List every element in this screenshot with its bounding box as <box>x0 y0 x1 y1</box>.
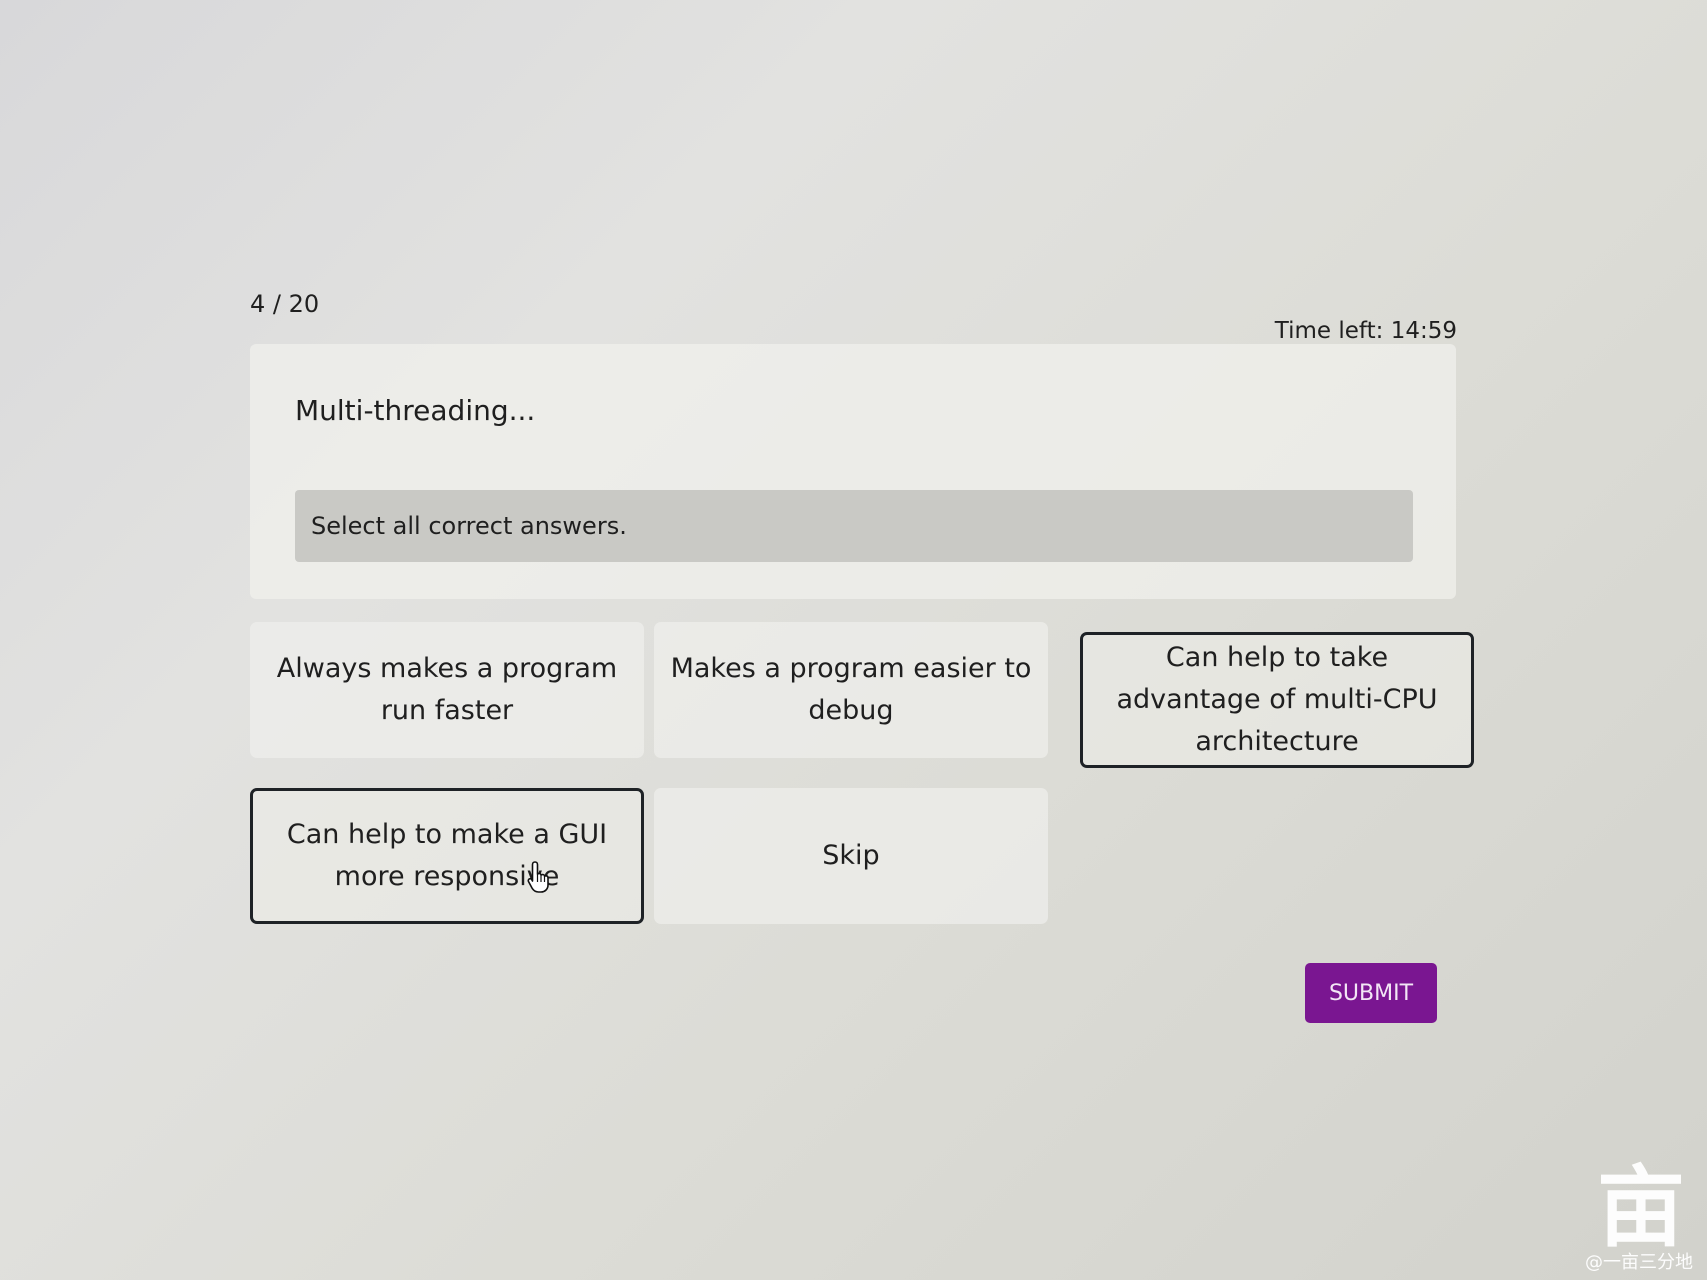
question-card: Multi-threading... Select all correct an… <box>250 344 1456 599</box>
question-title: Multi-threading... <box>295 394 536 427</box>
answer-options: Always makes a program run faster Makes … <box>250 622 1474 924</box>
skip-option[interactable]: Skip <box>654 788 1048 924</box>
answer-option-1[interactable]: Always makes a program run faster <box>250 622 644 758</box>
instruction-banner: Select all correct answers. <box>295 490 1413 562</box>
watermark-text: @一亩三分地 <box>1585 1252 1693 1273</box>
time-left: Time left: 14:59 <box>1274 318 1457 344</box>
submit-button[interactable]: SUBMIT <box>1305 963 1437 1023</box>
progress-counter: 4 / 20 <box>250 290 320 318</box>
watermark: 亩 @一亩三分地 <box>1573 1164 1693 1274</box>
hand-pointer-icon <box>527 861 549 893</box>
answer-option-2[interactable]: Makes a program easier to debug <box>654 622 1048 758</box>
answer-option-4[interactable]: Can help to make a GUI more responsive <box>250 788 644 924</box>
answer-option-3[interactable]: Can help to take advantage of multi-CPU … <box>1080 632 1474 768</box>
watermark-logo: 亩 <box>1596 1156 1685 1259</box>
